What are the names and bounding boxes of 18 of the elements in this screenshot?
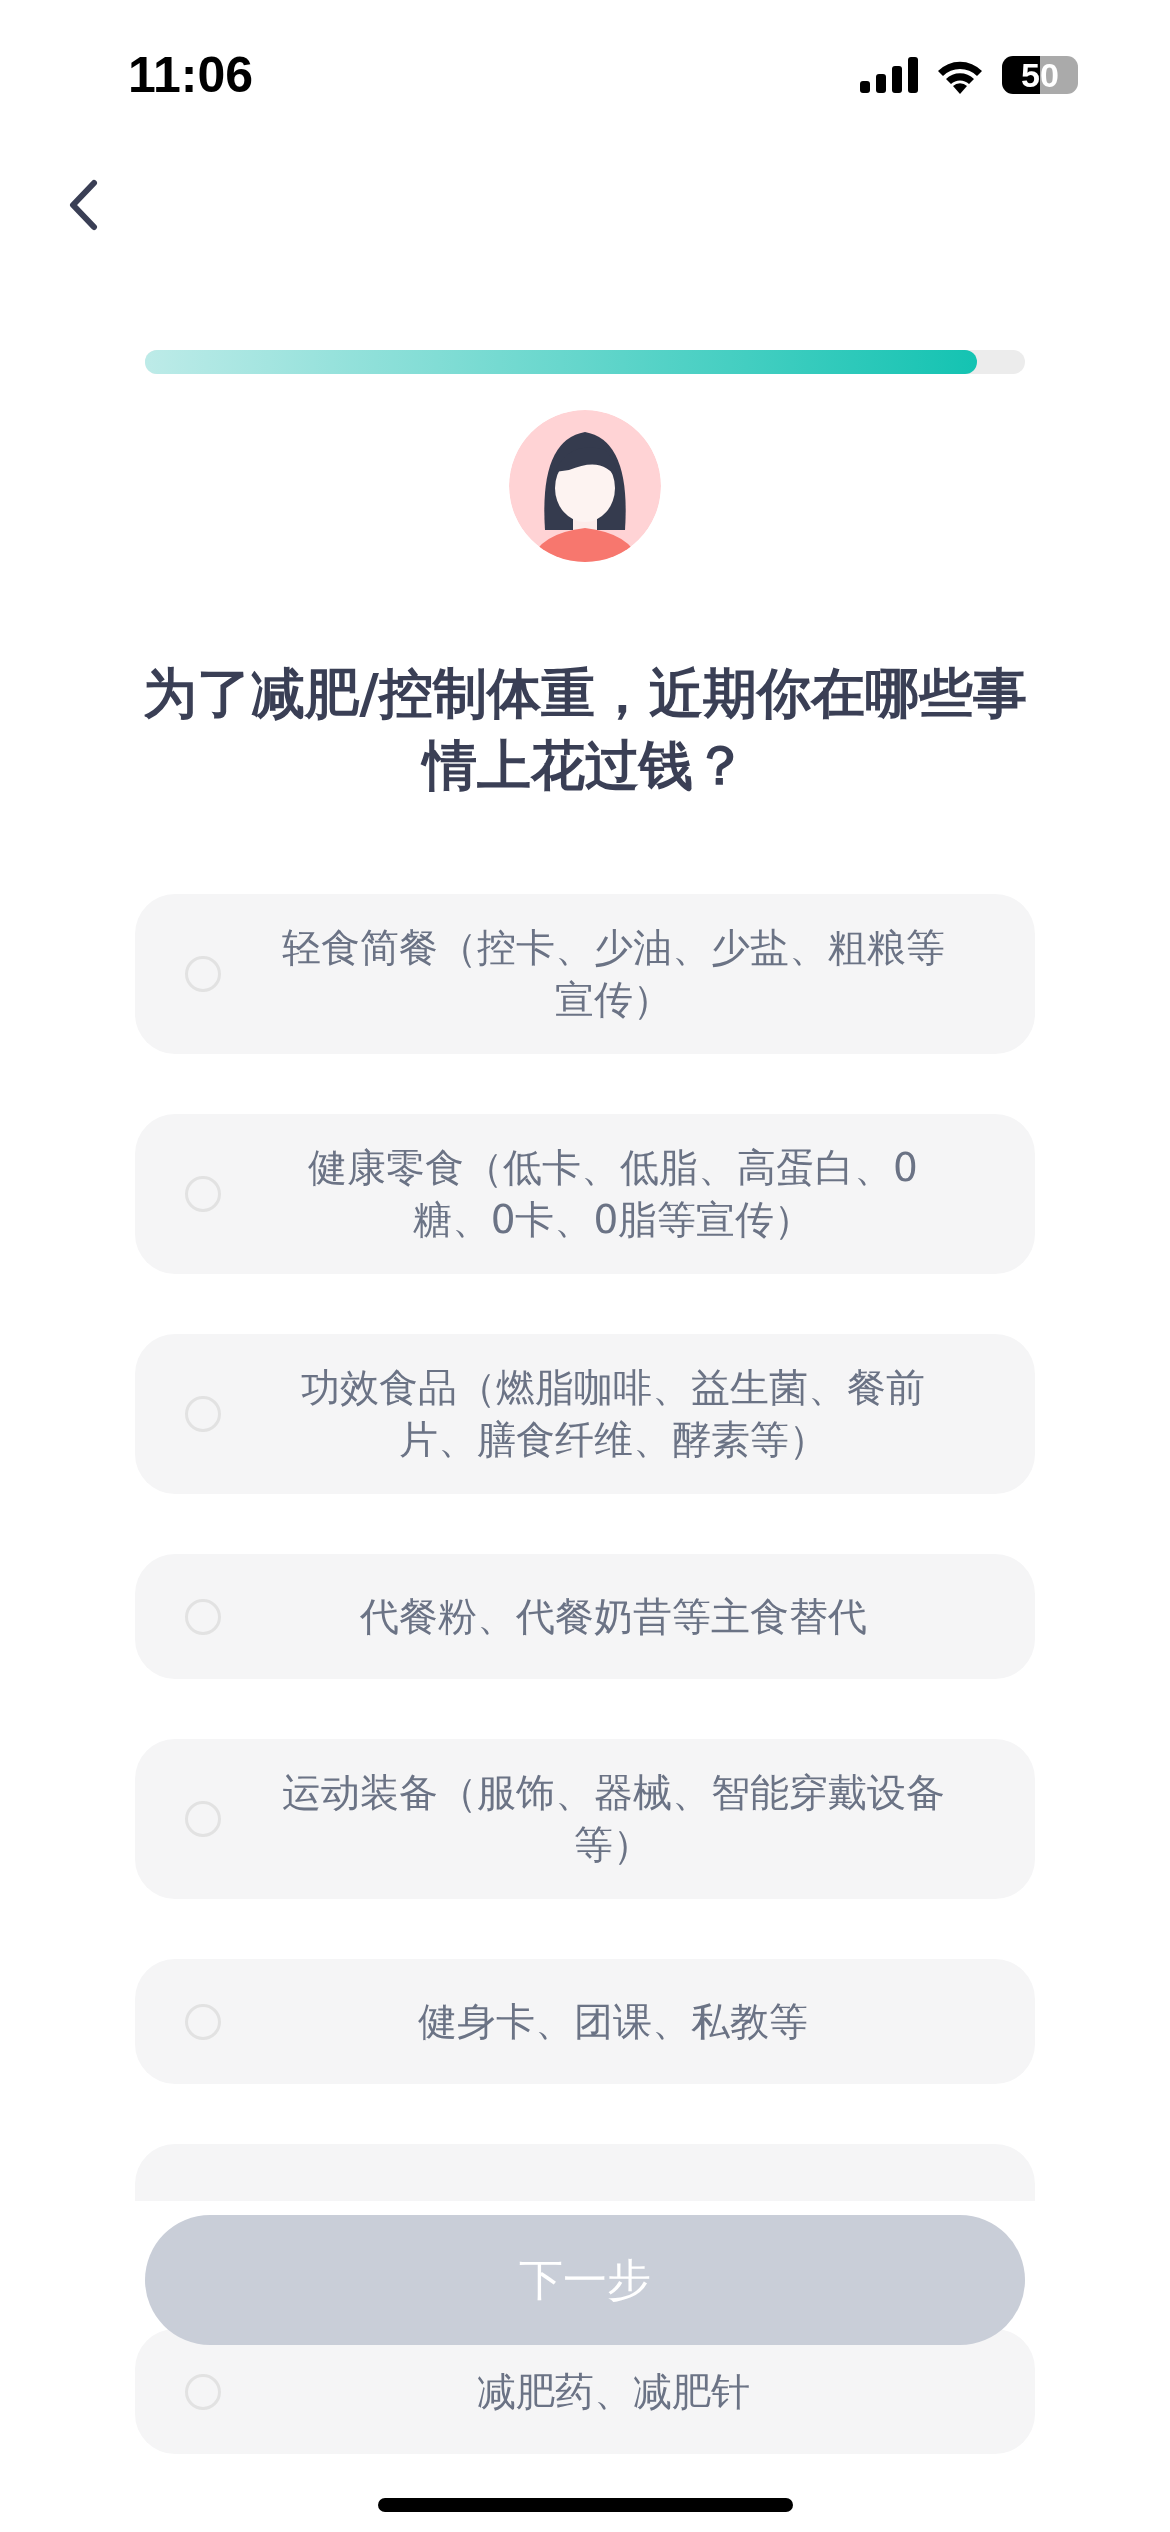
option-label: 减肥药、减肥针 xyxy=(475,2367,751,2416)
option-label: 功效食品（燃脂咖啡、益生菌、餐前片、膳食纤维、酵素等） xyxy=(300,1364,926,1464)
back-icon[interactable] xyxy=(68,179,98,231)
battery-icon: 50 xyxy=(1002,56,1078,94)
option-label: 轻食简餐（控卡、少油、少盐、粗粮等宣传） xyxy=(280,924,946,1024)
option-card[interactable]: 功效食品（燃脂咖啡、益生菌、餐前片、膳食纤维、酵素等） xyxy=(135,1334,1035,1494)
option-card[interactable]: 健身卡、团课、私教等 xyxy=(135,1959,1035,2084)
option-card[interactable]: 健康零食（低卡、低脂、高蛋白、0糖、0卡、0脂等宣传） xyxy=(135,1114,1035,1274)
status-time: 11:06 xyxy=(128,46,254,104)
question-title: 为了减肥/控制体重，近期你在哪些事情上花过钱？ xyxy=(142,661,1028,799)
option-label: 运动装备（服饰、器械、智能穿戴设备等） xyxy=(280,1769,946,1869)
option-card[interactable]: 运动装备（服饰、器械、智能穿戴设备等） xyxy=(135,1739,1035,1899)
option-card[interactable]: 轻食简餐（控卡、少油、少盐、粗粮等宣传） xyxy=(135,894,1035,1054)
option-card[interactable]: 代餐粉、代餐奶昔等主食替代 xyxy=(135,1554,1035,1679)
option-label: 健康零食（低卡、低脂、高蛋白、0糖、0卡、0脂等宣传） xyxy=(307,1144,919,1244)
option-label: 代餐粉、代餐奶昔等主食替代 xyxy=(358,1592,868,1641)
signal-icon xyxy=(860,57,918,93)
option-label: 健身卡、团课、私教等 xyxy=(417,1997,809,2046)
